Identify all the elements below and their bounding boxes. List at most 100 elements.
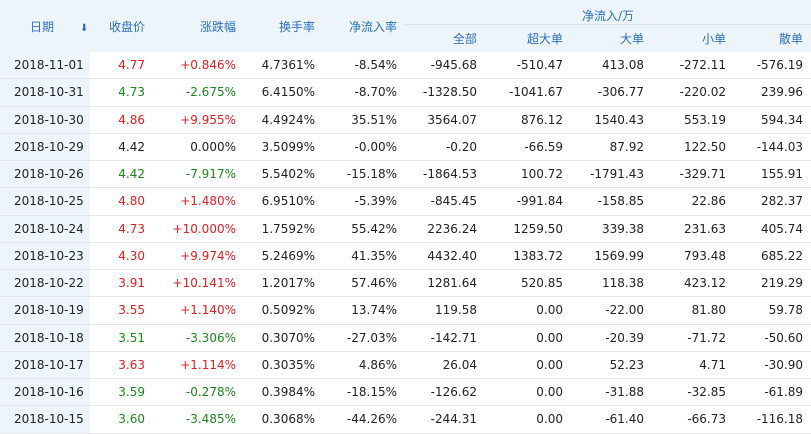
small-cell: -71.72 bbox=[652, 324, 734, 352]
extra-large-cell: -66.59 bbox=[485, 133, 571, 162]
large-cell: -31.88 bbox=[571, 378, 652, 407]
close-cell: 4.73 bbox=[90, 78, 153, 107]
table-row[interactable]: 2018-10-15 3.60 -3.485% 0.3068% -44.26% -244.… bbox=[0, 405, 811, 434]
extra-large-header[interactable]: 超大单 bbox=[485, 24, 571, 52]
change-cell: +0.846% bbox=[153, 52, 244, 80]
retail-cell: 282.37 bbox=[734, 187, 811, 216]
table-row[interactable]: 2018-10-19 3.55 +1.140% 0.5092% 13.74% 119.58… bbox=[0, 296, 811, 325]
close-cell: 3.51 bbox=[90, 324, 153, 352]
date-cell: 2018-10-19 bbox=[0, 296, 90, 325]
date-cell: 2018-10-17 bbox=[0, 351, 90, 380]
net-ratio-cell: 13.74% bbox=[323, 296, 405, 325]
large-cell: -20.39 bbox=[571, 324, 652, 352]
retail-cell: -61.89 bbox=[734, 378, 811, 407]
close-header[interactable]: 收盘价 bbox=[90, 0, 153, 52]
net-ratio-cell: -5.39% bbox=[323, 187, 405, 216]
extra-large-cell: 876.12 bbox=[485, 106, 571, 134]
close-cell: 3.59 bbox=[90, 378, 153, 407]
total-header[interactable]: 全部 bbox=[405, 24, 485, 52]
retail-cell: 155.91 bbox=[734, 160, 811, 189]
retail-cell: -50.60 bbox=[734, 324, 811, 352]
extra-large-cell: -991.84 bbox=[485, 187, 571, 216]
net-ratio-cell: 57.46% bbox=[323, 269, 405, 298]
net-ratio-cell: 55.42% bbox=[323, 215, 405, 243]
turnover-cell: 1.7592% bbox=[244, 215, 323, 243]
turnover-header[interactable]: 换手率 bbox=[244, 0, 323, 52]
retail-cell: -30.90 bbox=[734, 351, 811, 380]
small-cell: 4.71 bbox=[652, 351, 734, 380]
total-cell: 4432.40 bbox=[405, 242, 485, 271]
turnover-cell: 6.9510% bbox=[244, 187, 323, 216]
close-cell: 4.73 bbox=[90, 215, 153, 243]
table-row[interactable]: 2018-10-31 4.73 -2.675% 6.4150% -8.70% -1328.… bbox=[0, 78, 811, 107]
table-row[interactable]: 2018-10-25 4.80 +1.480% 6.9510% -5.39% -845.4… bbox=[0, 187, 811, 216]
total-cell: -0.20 bbox=[405, 133, 485, 162]
date-header[interactable]: 日期 ⬇ bbox=[0, 0, 90, 52]
extra-large-cell: 0.00 bbox=[485, 405, 571, 434]
date-cell: 2018-10-30 bbox=[0, 106, 90, 134]
total-cell: -845.45 bbox=[405, 187, 485, 216]
total-cell: 3564.07 bbox=[405, 106, 485, 134]
fund-flow-table: 日期 ⬇ 收盘价 涨跌幅 换手率 净流入率 净流入/万 全部 超大单 大单 小单 … bbox=[0, 0, 811, 434]
turnover-cell: 0.5092% bbox=[244, 296, 323, 325]
small-cell: 22.86 bbox=[652, 187, 734, 216]
table-row[interactable]: 2018-10-24 4.73 +10.000% 1.7592% 55.42% 2236.… bbox=[0, 215, 811, 243]
change-cell: -0.278% bbox=[153, 378, 244, 407]
large-cell: 339.38 bbox=[571, 215, 652, 243]
large-cell: 1569.99 bbox=[571, 242, 652, 271]
extra-large-cell: 0.00 bbox=[485, 324, 571, 352]
small-header[interactable]: 小单 bbox=[652, 24, 734, 52]
table-header: 日期 ⬇ 收盘价 涨跌幅 换手率 净流入率 净流入/万 全部 超大单 大单 小单 … bbox=[0, 0, 811, 52]
total-cell: 26.04 bbox=[405, 351, 485, 380]
net-ratio-cell: 35.51% bbox=[323, 106, 405, 134]
net-ratio-header[interactable]: 净流入率 bbox=[323, 0, 405, 52]
retail-cell: 219.29 bbox=[734, 269, 811, 298]
total-cell: -244.31 bbox=[405, 405, 485, 434]
large-cell: -158.85 bbox=[571, 187, 652, 216]
total-cell: 1281.64 bbox=[405, 269, 485, 298]
turnover-cell: 1.2017% bbox=[244, 269, 323, 298]
table-row[interactable]: 2018-10-26 4.42 -7.917% 5.5402% -15.18% -1864… bbox=[0, 160, 811, 189]
table-row[interactable]: 2018-10-30 4.86 +9.955% 4.4924% 35.51% 3564.0… bbox=[0, 106, 811, 134]
small-cell: 81.80 bbox=[652, 296, 734, 325]
retail-header[interactable]: 散单 bbox=[734, 24, 811, 52]
extra-large-cell: 520.85 bbox=[485, 269, 571, 298]
change-cell: +1.140% bbox=[153, 296, 244, 325]
date-cell: 2018-10-29 bbox=[0, 133, 90, 162]
net-ratio-cell: -0.00% bbox=[323, 133, 405, 162]
close-cell: 4.42 bbox=[90, 160, 153, 189]
small-cell: 553.19 bbox=[652, 106, 734, 134]
small-cell: -66.73 bbox=[652, 405, 734, 434]
table-row[interactable]: 2018-10-29 4.42 0.000% 3.5099% -0.00% -0.20 -6… bbox=[0, 133, 811, 162]
extra-large-cell: 100.72 bbox=[485, 160, 571, 189]
retail-cell: 685.22 bbox=[734, 242, 811, 271]
sort-down-icon[interactable]: ⬇ bbox=[80, 23, 88, 34]
total-cell: 2236.24 bbox=[405, 215, 485, 243]
large-header[interactable]: 大单 bbox=[571, 24, 652, 52]
table-row[interactable]: 2018-10-22 3.91 +10.141% 1.2017% 57.46% 1281.… bbox=[0, 269, 811, 298]
close-cell: 4.80 bbox=[90, 187, 153, 216]
table-row[interactable]: 2018-10-17 3.63 +1.114% 0.3035% 4.86% 26.04 0.… bbox=[0, 351, 811, 380]
large-cell: 118.38 bbox=[571, 269, 652, 298]
turnover-cell: 3.5099% bbox=[244, 133, 323, 162]
table-row[interactable]: 2018-11-01 4.77 +0.846% 4.7361% -8.54% -945.6… bbox=[0, 52, 811, 80]
date-cell: 2018-10-22 bbox=[0, 269, 90, 298]
table-row[interactable]: 2018-10-16 3.59 -0.278% 0.3984% -18.15% -126.… bbox=[0, 378, 811, 407]
table-row[interactable]: 2018-10-23 4.30 +9.974% 5.2469% 41.35% 4432.4… bbox=[0, 242, 811, 271]
table-row[interactable]: 2018-10-18 3.51 -3.306% 0.3070% -27.03% -142.… bbox=[0, 324, 811, 352]
extra-large-cell: 1383.72 bbox=[485, 242, 571, 271]
total-cell: -1864.53 bbox=[405, 160, 485, 189]
extra-large-cell: -510.47 bbox=[485, 52, 571, 80]
extra-large-cell: 0.00 bbox=[485, 296, 571, 325]
retail-cell: 594.34 bbox=[734, 106, 811, 134]
turnover-cell: 0.3070% bbox=[244, 324, 323, 352]
change-cell: +1.114% bbox=[153, 351, 244, 380]
change-cell: -2.675% bbox=[153, 78, 244, 107]
turnover-cell: 0.3035% bbox=[244, 351, 323, 380]
close-cell: 3.91 bbox=[90, 269, 153, 298]
change-cell: +9.974% bbox=[153, 242, 244, 271]
close-cell: 3.63 bbox=[90, 351, 153, 380]
change-header[interactable]: 涨跌幅 bbox=[153, 0, 244, 52]
turnover-cell: 5.2469% bbox=[244, 242, 323, 271]
turnover-cell: 0.3068% bbox=[244, 405, 323, 434]
